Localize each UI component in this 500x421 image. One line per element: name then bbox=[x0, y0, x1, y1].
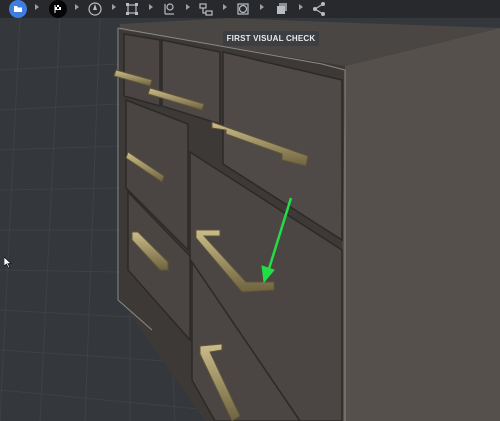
step-materials[interactable] bbox=[234, 0, 252, 18]
layers-icon bbox=[277, 3, 287, 14]
chevron-right-icon bbox=[260, 4, 264, 10]
chevron-right-icon bbox=[186, 4, 190, 10]
3d-viewport[interactable] bbox=[0, 0, 500, 421]
chevron-right-icon bbox=[223, 4, 227, 10]
chevron-right-icon bbox=[149, 4, 153, 10]
workflow-toolbar bbox=[0, 0, 500, 18]
pivot-icon bbox=[164, 3, 174, 15]
step-layers[interactable] bbox=[273, 0, 291, 18]
share-icon bbox=[313, 2, 325, 16]
stage-label: FIRST VISUAL CHECK bbox=[223, 31, 319, 46]
hierarchy-icon bbox=[199, 3, 213, 16]
step-start[interactable] bbox=[49, 0, 67, 18]
chevron-right-icon bbox=[299, 4, 303, 10]
chevron-right-icon bbox=[112, 4, 116, 10]
chevron-right-icon bbox=[75, 4, 79, 10]
folder-icon bbox=[9, 0, 27, 18]
mouse-cursor-icon bbox=[4, 257, 12, 269]
step-import[interactable] bbox=[9, 0, 27, 18]
dresser-side-panel bbox=[340, 28, 500, 421]
step-hierarchy[interactable] bbox=[197, 0, 215, 18]
compass-icon bbox=[88, 2, 102, 16]
step-orientation[interactable] bbox=[86, 0, 104, 18]
step-export[interactable] bbox=[310, 0, 328, 18]
step-bounds[interactable] bbox=[123, 0, 141, 18]
bounding-box-icon bbox=[126, 3, 138, 15]
step-pivot[interactable] bbox=[160, 0, 178, 18]
material-sphere-icon bbox=[237, 3, 249, 15]
checkered-flag-icon bbox=[49, 0, 67, 18]
chevron-right-icon bbox=[35, 4, 39, 10]
